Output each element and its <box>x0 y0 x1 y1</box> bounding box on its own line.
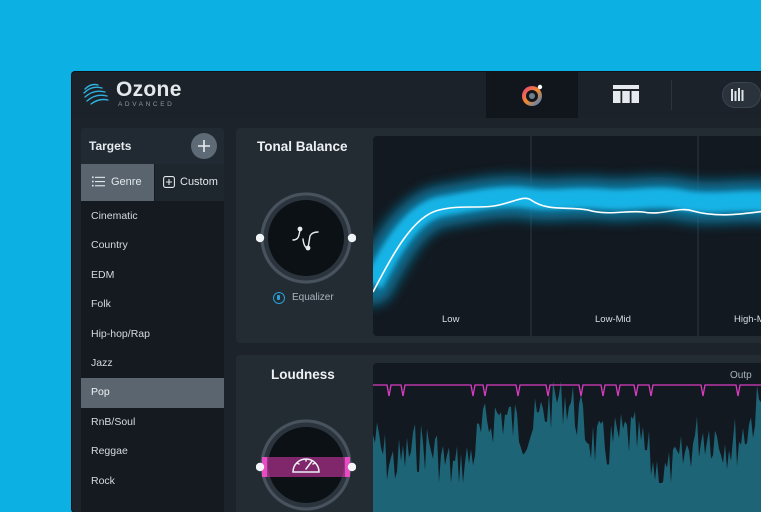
list-icon <box>92 176 105 187</box>
targets-title: Targets <box>89 139 132 153</box>
band-label-low-mid: Low-Mid <box>595 314 631 325</box>
tonal-balance-curve <box>373 136 761 336</box>
eq-node <box>305 245 311 251</box>
band-label-low: Low <box>442 314 460 325</box>
loudness-graph: Outp <box>373 363 761 512</box>
genre-item[interactable]: Rock <box>81 467 224 496</box>
genre-item[interactable]: Reggae <box>81 437 224 466</box>
brand-name: Ozone <box>116 78 182 101</box>
genre-item[interactable]: Cinematic <box>81 202 224 231</box>
meter-icon <box>722 82 761 108</box>
genre-item[interactable]: RnB/Soul <box>81 408 224 437</box>
assistant-icon <box>522 84 543 106</box>
loudness-title: Loudness <box>271 367 335 382</box>
band-label-high-mid: High-M <box>734 314 761 325</box>
equalizer-knob[interactable] <box>256 188 356 288</box>
equalizer-module-icon <box>273 292 285 304</box>
genre-item[interactable]: Jazz <box>81 349 224 378</box>
genre-item[interactable]: EDM <box>81 261 224 290</box>
tab-assistant[interactable] <box>486 72 578 118</box>
tonal-balance-title: Tonal Balance <box>257 139 348 154</box>
eq-node <box>297 226 303 232</box>
brand-edition: ADVANCED <box>118 101 175 108</box>
tab-modules[interactable] <box>579 72 671 118</box>
targets-header: Targets <box>81 128 224 164</box>
custom-tab-label: Custom <box>180 176 218 188</box>
loudness-knob[interactable] <box>256 415 356 512</box>
genre-item[interactable]: Country <box>81 231 224 260</box>
add-custom-icon <box>163 176 175 188</box>
plus-icon <box>198 140 210 152</box>
tonal-balance-graph: Low Low-Mid High-M <box>373 136 761 336</box>
ozone-window: Ozone ADVANCED Targets Genre Custom Cine… <box>72 72 761 512</box>
tab-divider <box>671 80 672 110</box>
tonal-balance-panel: Tonal Balance Equalizer Low Low-Mid High… <box>236 128 761 343</box>
genre-item[interactable]: Hip-hop/Rap <box>81 320 224 349</box>
loudness-panel: Loudness Outp <box>236 355 761 512</box>
genre-tab[interactable]: Genre <box>81 164 154 201</box>
tab-meters[interactable] <box>722 72 761 118</box>
loudness-waveform <box>373 381 761 512</box>
genre-tab-label: Genre <box>111 176 142 188</box>
genre-list: Cinematic Country EDM Folk Hip-hop/Rap J… <box>81 202 224 496</box>
add-target-button[interactable] <box>191 133 217 159</box>
ozone-logo-icon <box>83 83 109 105</box>
equalizer-label: Equalizer <box>292 292 334 303</box>
genre-item[interactable]: Folk <box>81 290 224 319</box>
genre-item-selected[interactable]: Pop <box>81 378 224 408</box>
custom-tab[interactable]: Custom <box>155 164 224 201</box>
modules-icon <box>613 85 639 103</box>
top-bar: Ozone ADVANCED <box>72 72 761 118</box>
targets-sidebar: Targets Genre Custom Cinematic Country E… <box>81 128 224 512</box>
output-label: Outp <box>730 370 752 381</box>
